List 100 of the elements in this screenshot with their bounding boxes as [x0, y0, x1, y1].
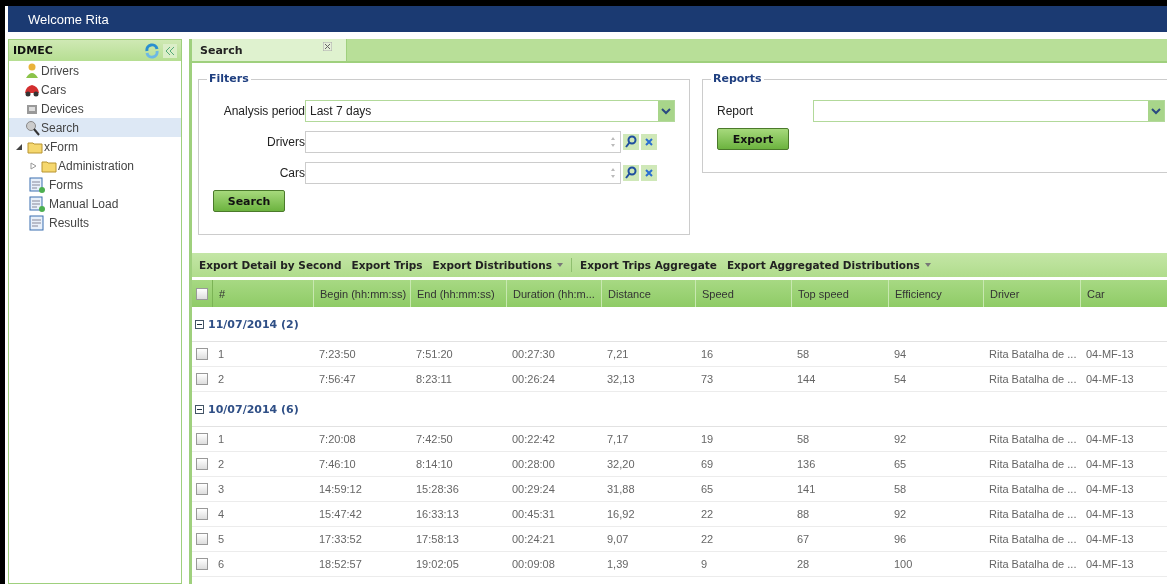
table-cell-text: 15:47:42 — [318, 508, 363, 520]
checkbox[interactable] — [196, 508, 208, 520]
table-cell-text: 04-MF-13 — [1085, 508, 1135, 520]
column-header[interactable]: Efficiency — [888, 280, 983, 307]
toolbar-button[interactable]: Export Aggregated Distributions — [721, 259, 936, 271]
group-header[interactable]: 10/07/2014 (6) — [192, 402, 299, 416]
clear-icon[interactable] — [641, 134, 657, 150]
table-cell-text: 8:23:11 — [415, 373, 453, 385]
table-cell-text: 5 — [217, 533, 226, 545]
search-icon[interactable] — [623, 134, 639, 150]
tree-item[interactable]: xForm — [9, 137, 181, 156]
table-cell-text: 16 — [700, 348, 715, 360]
table-cell-text: 22 — [700, 508, 715, 520]
export-button[interactable]: Export — [717, 128, 789, 150]
field-label: Drivers — [266, 135, 305, 149]
checkbox[interactable] — [196, 373, 208, 385]
tree-item[interactable]: Manual Load — [9, 194, 181, 213]
table-cell-text: 2 — [217, 458, 226, 470]
report-dropdown[interactable] — [813, 100, 1165, 122]
table-cell-text: Rita Batalha de ... — [988, 533, 1078, 545]
table-cell-text: 04-MF-13 — [1085, 433, 1135, 445]
form-icon — [29, 176, 45, 193]
spinner-icon — [610, 166, 616, 180]
column-header[interactable]: # — [212, 280, 313, 307]
collapse-icon[interactable] — [163, 43, 177, 58]
table-cell-text: 7:56:47 — [318, 373, 357, 385]
search-icon[interactable] — [623, 165, 639, 181]
column-header[interactable]: Car — [1080, 280, 1167, 307]
table-cell-text: 04-MF-13 — [1085, 533, 1135, 545]
table-cell-text: 2 — [217, 373, 226, 385]
table-cell-text: 04-MF-13 — [1085, 558, 1135, 570]
search-button[interactable]: Search — [213, 190, 285, 212]
table-cell-text: 100 — [893, 558, 914, 570]
tab[interactable]: Search — [192, 39, 347, 61]
checkbox[interactable] — [196, 287, 208, 300]
tree-item[interactable]: Forms — [9, 175, 181, 194]
period-dropdown[interactable]: Last 7 days — [305, 100, 675, 122]
checkbox[interactable] — [196, 433, 208, 445]
column-header[interactable]: Begin (hh:mm:ss) — [313, 280, 410, 307]
tree-item[interactable]: Administration — [9, 156, 181, 175]
checkbox[interactable] — [196, 533, 208, 545]
column-header[interactable]: Duration (hh:m... — [506, 280, 601, 307]
table-cell-text: 00:24:21 — [511, 533, 556, 545]
column-header[interactable]: Speed — [695, 280, 791, 307]
table-cell-text: 7,21 — [606, 348, 630, 360]
checkbox[interactable] — [196, 558, 208, 570]
collapse-icon — [195, 319, 204, 329]
table-cell-text: 00:22:42 — [511, 433, 556, 445]
table-cell-text: 17:33:52 — [318, 533, 363, 545]
tree-item[interactable]: Devices — [9, 99, 181, 118]
column-header[interactable]: Top speed — [791, 280, 888, 307]
table-cell-text: 00:29:24 — [511, 483, 556, 495]
table-cell-text: 9,07 — [606, 533, 630, 545]
refresh-icon[interactable] — [144, 42, 160, 59]
table-cell-text: 7:20:08 — [318, 433, 357, 445]
table-cell-text: 67 — [796, 533, 811, 545]
column-header[interactable]: Driver — [983, 280, 1080, 307]
table-cell-text: 7:46:10 — [318, 458, 357, 470]
sidebar-title: IDMEC — [13, 44, 53, 57]
close-icon[interactable] — [322, 42, 332, 51]
clear-icon[interactable] — [641, 165, 657, 181]
table-cell-text: 94 — [893, 348, 908, 360]
drivers-field[interactable] — [305, 131, 621, 153]
expand-arrow-icon — [29, 161, 37, 170]
tree-item[interactable]: Search — [9, 118, 181, 137]
table-cell-text: 18:52:57 — [318, 558, 363, 570]
table-cell-text: Rita Batalha de ... — [988, 373, 1078, 385]
group-header[interactable]: 11/07/2014 (2) — [192, 317, 299, 331]
column-header[interactable]: Distance — [601, 280, 695, 307]
toolbar-button[interactable]: Export Distributions — [427, 259, 568, 271]
table-cell-text: 65 — [893, 458, 908, 470]
table-cell-text: 92 — [893, 508, 908, 520]
table-cell-text: 1 — [217, 433, 226, 445]
table-cell-text: 69 — [700, 458, 715, 470]
column-header[interactable]: End (hh:mm:ss) — [410, 280, 506, 307]
spinner-icon — [610, 135, 616, 149]
table-cell-text: 16:33:13 — [415, 508, 460, 520]
toolbar-button[interactable]: Export Trips Aggregate — [575, 259, 722, 271]
person-icon — [24, 62, 40, 79]
collapse-arrow-icon — [15, 142, 23, 151]
toolbar-button[interactable]: Export Trips — [346, 259, 428, 271]
table-cell-text: 8:14:10 — [415, 458, 454, 470]
checkbox[interactable] — [196, 458, 208, 470]
fieldset-title: Filters — [207, 72, 251, 85]
checkbox[interactable] — [196, 348, 208, 360]
tree-item[interactable]: Drivers — [9, 61, 181, 80]
cars-field[interactable] — [305, 162, 621, 184]
field-label: Analysis period — [222, 104, 305, 118]
table-cell-text: 144 — [796, 373, 817, 385]
table-cell-text: 65 — [700, 483, 715, 495]
table-cell-text: 58 — [796, 348, 811, 360]
table-cell-text: Rita Batalha de ... — [988, 508, 1078, 520]
tree-item[interactable]: Cars — [9, 80, 181, 99]
caret-icon — [557, 263, 563, 267]
table-cell-text: 88 — [796, 508, 811, 520]
table-cell-text: 58 — [796, 433, 811, 445]
toolbar-button[interactable]: Export Detail by Second — [194, 259, 347, 271]
table-cell-text: 32,20 — [606, 458, 636, 470]
checkbox[interactable] — [196, 483, 208, 495]
tree-item[interactable]: Results — [9, 213, 181, 232]
